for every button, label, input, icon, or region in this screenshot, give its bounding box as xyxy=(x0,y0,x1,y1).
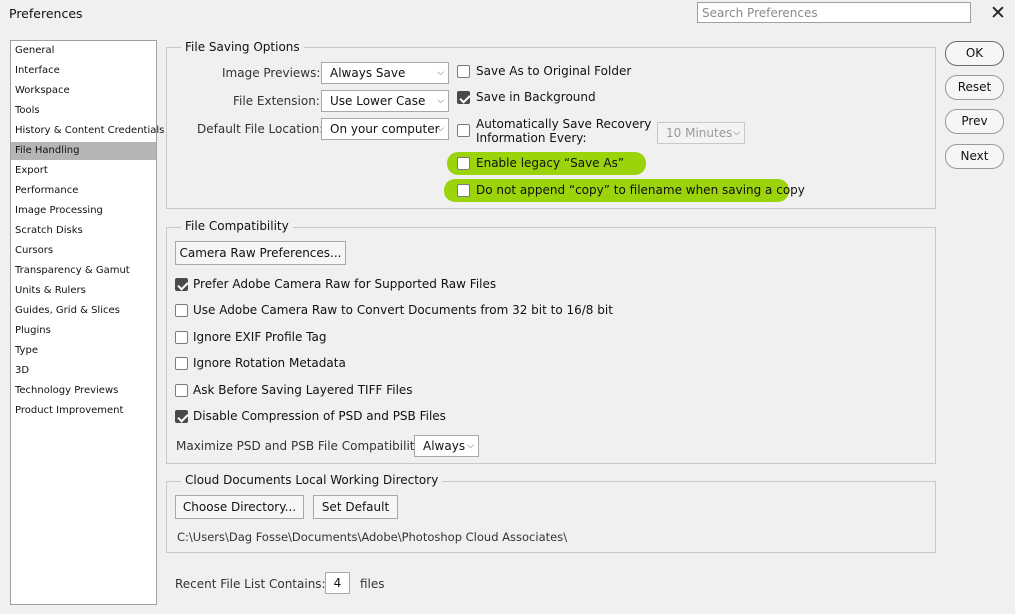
camera-raw-convert-label: Use Adobe Camera Raw to Convert Document… xyxy=(193,303,613,317)
image-previews-dropdown[interactable]: Always Save ⌵ xyxy=(321,62,449,84)
chevron-down-icon: ⌵ xyxy=(437,124,444,134)
legacy-save-as-label: Enable legacy “Save As” xyxy=(476,156,625,170)
save-background-label: Save in Background xyxy=(476,90,596,104)
title-bar: Preferences ✕ xyxy=(0,0,1015,27)
next-button[interactable]: Next xyxy=(945,144,1004,169)
sidebar-item-export[interactable]: Export xyxy=(11,162,156,180)
camera-raw-convert-checkbox[interactable] xyxy=(175,304,188,317)
sidebar-item-technology-previews[interactable]: Technology Previews xyxy=(11,382,156,400)
recent-files-input[interactable]: 4 xyxy=(325,572,350,594)
image-previews-label: Image Previews: xyxy=(222,66,321,80)
prefer-camera-raw-checkbox[interactable] xyxy=(175,278,188,291)
sidebar-item-transparency[interactable]: Transparency & Gamut xyxy=(11,262,156,280)
sidebar-item-performance[interactable]: Performance xyxy=(11,182,156,200)
file-extension-label: File Extension: xyxy=(233,94,320,108)
sidebar-item-guides[interactable]: Guides, Grid & Slices xyxy=(11,302,156,320)
sidebar-item-scratch-disks[interactable]: Scratch Disks xyxy=(11,222,156,240)
ignore-rotation-label: Ignore Rotation Metadata xyxy=(193,356,346,370)
disable-compression-checkbox[interactable] xyxy=(175,410,188,423)
camera-raw-preferences-button[interactable]: Camera Raw Preferences... xyxy=(175,241,346,265)
sidebar-item-image-processing[interactable]: Image Processing xyxy=(11,202,156,220)
sidebar-item-3d[interactable]: 3D xyxy=(11,362,156,380)
ignore-rotation-checkbox[interactable] xyxy=(175,357,188,370)
cloud-legend: Cloud Documents Local Working Directory xyxy=(181,473,443,487)
file-extension-value: Use Lower Case xyxy=(330,94,426,108)
save-background-checkbox[interactable] xyxy=(457,91,470,104)
sidebar-item-plugins[interactable]: Plugins xyxy=(11,322,156,340)
image-previews-value: Always Save xyxy=(330,66,406,80)
recovery-interval-value: 10 Minutes xyxy=(666,126,733,140)
cloud-directory-path: C:\Users\Dag Fosse\Documents\Adobe\Photo… xyxy=(177,530,568,544)
recent-files-label: Recent File List Contains: xyxy=(175,577,326,591)
default-location-value: On your computer xyxy=(330,122,440,136)
file-extension-dropdown[interactable]: Use Lower Case ⌵ xyxy=(321,90,449,112)
save-as-original-label: Save As to Original Folder xyxy=(476,64,632,78)
no-copy-append-label: Do not append “copy” to filename when sa… xyxy=(476,183,805,197)
ask-tiff-label: Ask Before Saving Layered TIFF Files xyxy=(193,383,413,397)
file-saving-legend: File Saving Options xyxy=(181,40,304,54)
default-location-label: Default File Location: xyxy=(197,122,324,136)
auto-recovery-checkbox[interactable] xyxy=(457,124,470,137)
ignore-exif-checkbox[interactable] xyxy=(175,331,188,344)
legacy-save-as-checkbox[interactable] xyxy=(457,157,470,170)
sidebar-item-units-rulers[interactable]: Units & Rulers xyxy=(11,282,156,300)
window-title: Preferences xyxy=(9,6,83,21)
recent-files-suffix: files xyxy=(360,577,385,591)
chevron-down-icon: ⌵ xyxy=(733,128,740,138)
ok-button[interactable]: OK xyxy=(945,41,1004,66)
auto-recovery-label-1: Automatically Save Recovery xyxy=(476,117,652,131)
maximize-compat-dropdown[interactable]: Always ⌵ xyxy=(414,435,479,457)
sidebar-item-history[interactable]: History & Content Credentials xyxy=(11,122,164,140)
close-icon[interactable]: ✕ xyxy=(988,3,1008,23)
search-input[interactable] xyxy=(697,2,971,23)
sidebar-item-type[interactable]: Type xyxy=(11,342,156,360)
sidebar-item-interface[interactable]: Interface xyxy=(11,62,156,80)
auto-recovery-label-2: Information Every: xyxy=(476,131,587,145)
default-location-dropdown[interactable]: On your computer ⌵ xyxy=(321,118,449,140)
recovery-interval-dropdown[interactable]: 10 Minutes ⌵ xyxy=(657,122,745,144)
sidebar-item-workspace[interactable]: Workspace xyxy=(11,82,156,100)
set-default-button[interactable]: Set Default xyxy=(313,495,398,519)
no-copy-append-checkbox[interactable] xyxy=(457,184,470,197)
prev-button[interactable]: Prev xyxy=(945,109,1004,134)
ask-tiff-checkbox[interactable] xyxy=(175,384,188,397)
sidebar-item-tools[interactable]: Tools xyxy=(11,102,156,120)
sidebar: General Interface Workspace Tools Histor… xyxy=(10,40,164,605)
prefer-camera-raw-label: Prefer Adobe Camera Raw for Supported Ra… xyxy=(193,277,497,291)
ignore-exif-label: Ignore EXIF Profile Tag xyxy=(193,330,327,344)
save-as-original-checkbox[interactable] xyxy=(457,65,470,78)
choose-directory-button[interactable]: Choose Directory... xyxy=(175,495,304,519)
file-compat-legend: File Compatibility xyxy=(181,219,293,233)
reset-button[interactable]: Reset xyxy=(945,75,1004,100)
chevron-down-icon: ⌵ xyxy=(437,68,444,78)
chevron-down-icon: ⌵ xyxy=(437,96,444,106)
sidebar-item-product-improvement[interactable]: Product Improvement xyxy=(11,402,156,420)
chevron-down-icon: ⌵ xyxy=(467,441,474,451)
maximize-compat-value: Always xyxy=(423,439,466,453)
sidebar-item-file-handling[interactable]: File Handling xyxy=(11,142,156,160)
disable-compression-label: Disable Compression of PSD and PSB Files xyxy=(193,409,446,423)
sidebar-item-general[interactable]: General xyxy=(11,42,156,60)
maximize-compat-label: Maximize PSD and PSB File Compatibility: xyxy=(176,439,425,453)
sidebar-item-cursors[interactable]: Cursors xyxy=(11,242,156,260)
